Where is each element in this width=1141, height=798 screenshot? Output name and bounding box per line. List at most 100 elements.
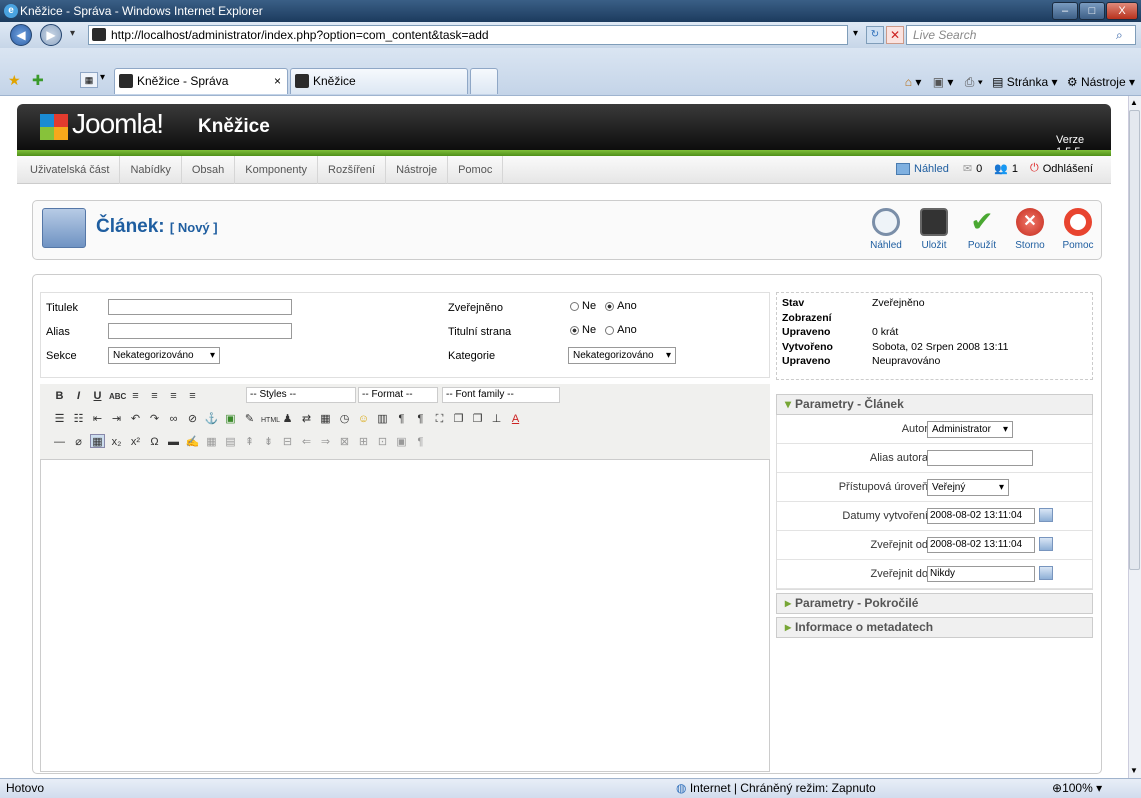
scroll-down-icon[interactable]: ▼ [1130,766,1138,775]
strikethrough-icon[interactable]: ABC [109,390,126,404]
menu-item-components[interactable]: Komponenty [235,156,319,184]
tab-close-icon[interactable]: × [274,69,281,93]
col-before-icon[interactable]: ⇐ [299,435,314,449]
published-no-radio[interactable] [570,301,579,311]
favorites-star-icon[interactable]: ★ [8,72,21,89]
edit-icon[interactable]: ✍ [185,435,200,449]
messages-count[interactable]: 0 [976,163,982,175]
calendar-icon[interactable] [1039,537,1053,551]
time-icon[interactable]: ◷ [337,412,352,426]
history-dropdown-icon[interactable]: ▾ [70,28,75,39]
print-icon[interactable]: ⎙ [965,75,975,89]
delete-col-icon[interactable]: ⊠ [337,435,352,449]
media-icon[interactable]: ▥ [375,412,390,426]
cleanup-icon[interactable]: ✎ [242,412,257,426]
menu-item-help[interactable]: Pomoc [448,156,504,184]
logout-link[interactable]: Odhlášení [1043,163,1093,175]
tools-menu[interactable]: ⚙ Nástroje ▾ [1067,75,1135,89]
format-select[interactable]: -- Format -- [358,387,438,403]
merge-cells-icon[interactable]: ⊞ [356,435,371,449]
access-select[interactable]: Veřejný [927,479,1009,496]
unlink-icon[interactable]: ⊘ [185,412,200,426]
outdent-icon[interactable]: ⇤ [90,412,105,426]
hr-advanced-icon[interactable]: ▬ [166,435,181,449]
metadata-header[interactable]: ▸ Informace o metadatech [776,617,1093,638]
scroll-up-icon[interactable]: ▲ [1130,98,1138,107]
alias-input[interactable] [108,323,292,339]
menu-item-menus[interactable]: Nabídky [120,156,182,184]
title-input[interactable] [108,299,292,315]
article-params-header[interactable]: ▾ Parametry - Článek [776,394,1093,415]
frontpage-yes-radio[interactable] [605,325,615,335]
save-button[interactable]: Uložit [914,208,954,258]
bold-icon[interactable]: B [52,389,67,403]
home-icon[interactable]: ⌂ [905,75,912,89]
menu-item-content[interactable]: Obsah [182,156,236,184]
created-date-input[interactable]: 2008-08-02 13:11:04 [927,508,1035,524]
position-icon[interactable]: ⊥ [489,412,504,426]
bullet-list-icon[interactable]: ☰ [52,412,67,426]
underline-icon[interactable]: U [90,389,105,403]
col-after-icon[interactable]: ⇒ [318,435,333,449]
url-input[interactable]: http://localhost/administrator/index.php… [88,25,848,45]
menu-item-frontend[interactable]: Uživatelská část [20,156,121,184]
preview-link[interactable]: Náhled [914,163,949,175]
cancel-button[interactable]: ✕ Storno [1010,208,1050,258]
numbered-list-icon[interactable]: ☷ [71,412,86,426]
search-input[interactable]: Live Search [906,25,1136,45]
help-button[interactable]: Pomoc [1058,208,1098,258]
zoom-control[interactable]: ⊕100% ▾ [1052,779,1102,798]
indent-icon[interactable]: ⇥ [109,412,124,426]
tab-list-dropdown-icon[interactable]: ▾ [100,72,105,83]
html-icon[interactable]: HTML [261,414,280,428]
styles-select[interactable]: -- Styles -- [246,387,356,403]
row-props-icon[interactable]: ▤ [223,435,238,449]
menu-item-tools[interactable]: Nástroje [386,156,449,184]
visual-aid-icon[interactable]: ▦ [90,434,105,448]
rtl-icon[interactable]: ¶ [413,412,428,426]
emoticon-icon[interactable]: ☺ [356,412,371,426]
apply-button[interactable]: ✔ Použít [962,208,1002,258]
scrollbar-thumb[interactable] [1129,110,1140,570]
layer-icon[interactable]: ❐ [451,412,466,426]
anchor-icon[interactable]: ⚓ [204,412,219,426]
superscript-icon[interactable]: x² [128,435,143,449]
published-yes-radio[interactable] [605,301,615,311]
ltr-icon[interactable]: ¶ [394,412,409,426]
calendar-icon[interactable] [1039,566,1053,580]
frontpage-no-radio[interactable] [570,325,579,335]
align-center-icon[interactable]: ≡ [147,389,162,403]
horizontal-rule-icon[interactable]: — [52,435,67,449]
publish-down-input[interactable]: Nikdy [927,566,1035,582]
page-menu[interactable]: ▤ Stránka ▾ [992,75,1057,89]
author-select[interactable]: Administrator [927,421,1013,438]
delete-row-icon[interactable]: ⊟ [280,435,295,449]
undo-icon[interactable]: ↶ [128,412,143,426]
subscript-icon[interactable]: x₂ [109,435,124,449]
tab-kneize-sprava[interactable]: Kněžice - Správa × [114,68,288,94]
alias-author-input[interactable] [927,450,1033,466]
align-justify-icon[interactable]: ≡ [185,389,200,403]
refresh-icon[interactable]: ↻ [866,26,884,44]
cell-props-icon[interactable]: ▣ [394,435,409,449]
stop-icon[interactable]: ✕ [886,26,904,44]
add-favorites-icon[interactable]: ✚ [32,72,44,89]
close-window-button[interactable]: X [1106,2,1138,20]
align-right-icon[interactable]: ≡ [166,389,181,403]
link-icon[interactable]: ∞ [166,412,181,426]
row-before-icon[interactable]: ⇞ [242,435,257,449]
url-dropdown-icon[interactable]: ▾ [853,28,858,39]
replace-icon[interactable]: ⇄ [299,412,314,426]
row-after-icon[interactable]: ⇟ [261,435,276,449]
fullscreen-icon[interactable]: ⛶ [432,412,447,426]
image-icon[interactable]: ▣ [223,412,238,426]
new-tab-button[interactable] [470,68,498,94]
minimize-button[interactable]: – [1052,2,1078,20]
quick-tabs-icon[interactable]: ▦ [80,72,98,88]
category-select[interactable]: Nekategorizováno [568,347,676,364]
italic-icon[interactable]: I [71,389,86,403]
search-icon[interactable]: ⌕ [1116,28,1123,43]
find-icon[interactable]: ♟ [280,412,295,426]
remove-format-icon[interactable]: ⌀ [71,435,86,449]
table-icon[interactable]: ▦ [204,435,219,449]
